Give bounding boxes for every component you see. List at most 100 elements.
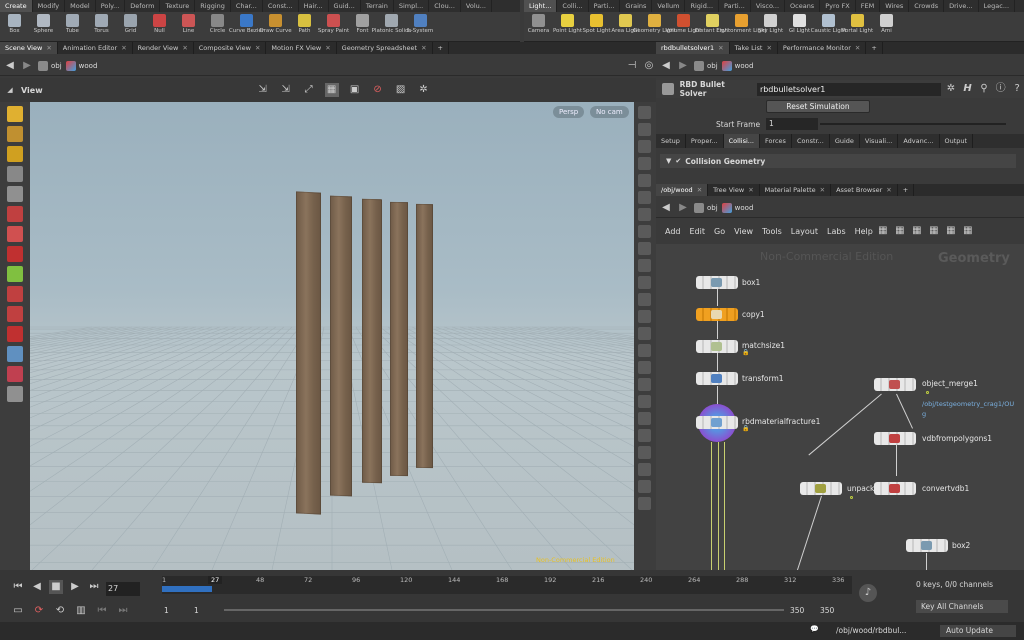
extra-icon[interactable] — [638, 480, 651, 493]
node-name-field[interactable]: rbdbulletsolver1 — [756, 82, 942, 96]
jump-end-icon[interactable]: ⏭ — [87, 580, 101, 594]
pane-tab[interactable]: Animation Editor ✕ — [58, 42, 133, 54]
sim-icon[interactable]: ⟲ — [53, 604, 67, 618]
shelf-tab[interactable]: Guid... — [329, 0, 361, 12]
display-icon[interactable] — [638, 174, 651, 187]
vis-icon[interactable] — [638, 259, 651, 272]
wrench-icon[interactable]: ▦ — [876, 224, 890, 238]
shelf-tool-torus[interactable]: Torus — [87, 12, 116, 41]
more-icon[interactable] — [638, 463, 651, 476]
param-sub-tab[interactable]: Output — [940, 134, 974, 148]
range-start[interactable]: 1 — [164, 606, 169, 615]
shelf-tool-box[interactable]: Box — [0, 12, 29, 41]
snapshot-icon[interactable]: ▣ — [348, 83, 362, 97]
shelf-tool-font[interactable]: Font — [348, 12, 377, 41]
rotate-icon[interactable] — [7, 226, 23, 242]
ghost-icon[interactable] — [638, 242, 651, 255]
pane-tab[interactable]: Material Palette ✕ — [760, 184, 832, 196]
shelf-tab[interactable]: Terrain — [361, 0, 394, 12]
bounds-icon[interactable] — [638, 361, 651, 374]
close-tab-icon[interactable]: ✕ — [766, 44, 771, 52]
hide-icon[interactable]: ⊘ — [371, 83, 385, 97]
grid-snap-icon[interactable] — [7, 366, 23, 382]
range-end[interactable]: 350 — [790, 606, 804, 615]
ortho-icon[interactable] — [638, 310, 651, 323]
shelf-tool-draw-curve[interactable]: Draw Curve — [259, 12, 292, 41]
wire-icon[interactable] — [638, 225, 651, 238]
pane-tab[interactable]: rbdbulletsolver1 ✕ — [656, 42, 730, 54]
snap-icon[interactable] — [7, 306, 23, 322]
network-menu-item[interactable]: Tools — [762, 227, 782, 236]
shelf-tab[interactable]: Char... — [231, 0, 263, 12]
shelf-tab[interactable]: Create — [0, 0, 33, 12]
render-icon[interactable]: ▨ — [394, 83, 408, 97]
select-tool2-icon[interactable]: ⇲ — [279, 83, 293, 97]
background-icon[interactable] — [638, 344, 651, 357]
param-sub-tab[interactable]: Guide — [830, 134, 860, 148]
param-sub-tab[interactable]: Constr... — [792, 134, 830, 148]
shelf-tab[interactable]: Modify — [33, 0, 66, 12]
close-tab-icon[interactable]: ✕ — [855, 44, 860, 52]
auto-update-dropdown[interactable]: Auto Update — [940, 625, 1016, 637]
shelf-tab[interactable]: Rigging — [195, 0, 231, 12]
node-box1[interactable] — [696, 276, 738, 289]
shelf-tab[interactable]: Deform — [125, 0, 161, 12]
shelf-tab[interactable]: FEM — [856, 0, 881, 12]
shelf-tool-ami[interactable]: Ami — [872, 12, 901, 41]
gear-icon[interactable]: ✲ — [944, 82, 958, 96]
shelf-tab[interactable]: Poly... — [96, 0, 126, 12]
net-back-arrow-icon[interactable]: ◀ — [659, 201, 673, 215]
scale-icon[interactable] — [7, 246, 23, 262]
keyframe-icon[interactable]: ▥ — [74, 604, 88, 618]
shelf-tab[interactable]: Parti... — [589, 0, 621, 12]
node-box2[interactable] — [906, 539, 948, 552]
reset-simulation-button[interactable]: Reset Simulation — [766, 100, 870, 113]
shelf-tool-grid[interactable]: Grid — [116, 12, 145, 41]
shelf-tool-curve-bezier[interactable]: Curve Bezier — [229, 12, 264, 41]
add-tab-icon[interactable]: + — [866, 42, 883, 54]
network-menu-item[interactable]: Go — [714, 227, 725, 236]
table-icon[interactable]: ▦ — [944, 224, 958, 238]
shelf-tool-camera[interactable]: Camera — [524, 12, 553, 41]
net-path-node[interactable]: wood — [721, 202, 753, 213]
shelf-tab[interactable]: Visco... — [751, 0, 786, 12]
node-matchsize1[interactable] — [696, 340, 738, 353]
camera-button[interactable]: No cam — [590, 106, 629, 118]
shelf-tab[interactable]: Vellum — [652, 0, 686, 12]
jump-start-icon[interactable]: ⏮ — [11, 580, 25, 594]
audio-icon[interactable]: ♪ — [859, 584, 877, 602]
shelf-tab[interactable]: Grains — [620, 0, 653, 12]
shelf-tab[interactable]: Simpl... — [394, 0, 430, 12]
range-start-2[interactable]: 1 — [194, 606, 199, 615]
realtime-icon[interactable]: ▭ — [11, 604, 25, 618]
close-tab-icon[interactable]: ✕ — [697, 186, 702, 194]
param-sub-tab[interactable]: Proper... — [686, 134, 724, 148]
shelf-tab[interactable]: Oceans — [785, 0, 821, 12]
range-slider[interactable] — [224, 609, 784, 611]
net-forward-arrow-icon[interactable]: ▶ — [676, 201, 690, 215]
lock-view-icon[interactable] — [638, 123, 651, 136]
shelf-tab[interactable]: Rigid... — [685, 0, 720, 12]
node-rbdmaterialfracture1-body[interactable] — [696, 416, 738, 429]
select-geo-icon[interactable] — [7, 126, 23, 142]
start-frame-slider[interactable] — [820, 123, 1006, 125]
camera-persp-icon[interactable] — [638, 106, 651, 119]
shelf-tab[interactable]: Pyro FX — [820, 0, 856, 12]
shading-icon[interactable] — [638, 157, 651, 170]
param-path-root[interactable]: obj — [694, 60, 718, 71]
persp-button[interactable]: Persp — [553, 106, 585, 118]
select-tool-icon[interactable]: ⇲ — [256, 83, 270, 97]
shelf-tab[interactable]: Volu... — [461, 0, 492, 12]
node-object-merge1[interactable] — [874, 378, 916, 391]
shelf-tab[interactable]: Wires — [880, 0, 910, 12]
pane-tab[interactable]: Render View ✕ — [133, 42, 194, 54]
node-unpack[interactable] — [800, 482, 842, 495]
close-tab-icon[interactable]: ✕ — [182, 44, 187, 52]
select-obj-icon[interactable] — [7, 146, 23, 162]
search-icon[interactable]: ⚲ — [977, 82, 991, 96]
close-tab-icon[interactable]: ✕ — [748, 186, 753, 194]
shelf-tab[interactable]: Const... — [263, 0, 299, 12]
transform-icon[interactable]: ⤢ — [302, 83, 316, 97]
network-menu-item[interactable]: Add — [665, 227, 681, 236]
param-sub-tab[interactable]: Advanc... — [898, 134, 940, 148]
